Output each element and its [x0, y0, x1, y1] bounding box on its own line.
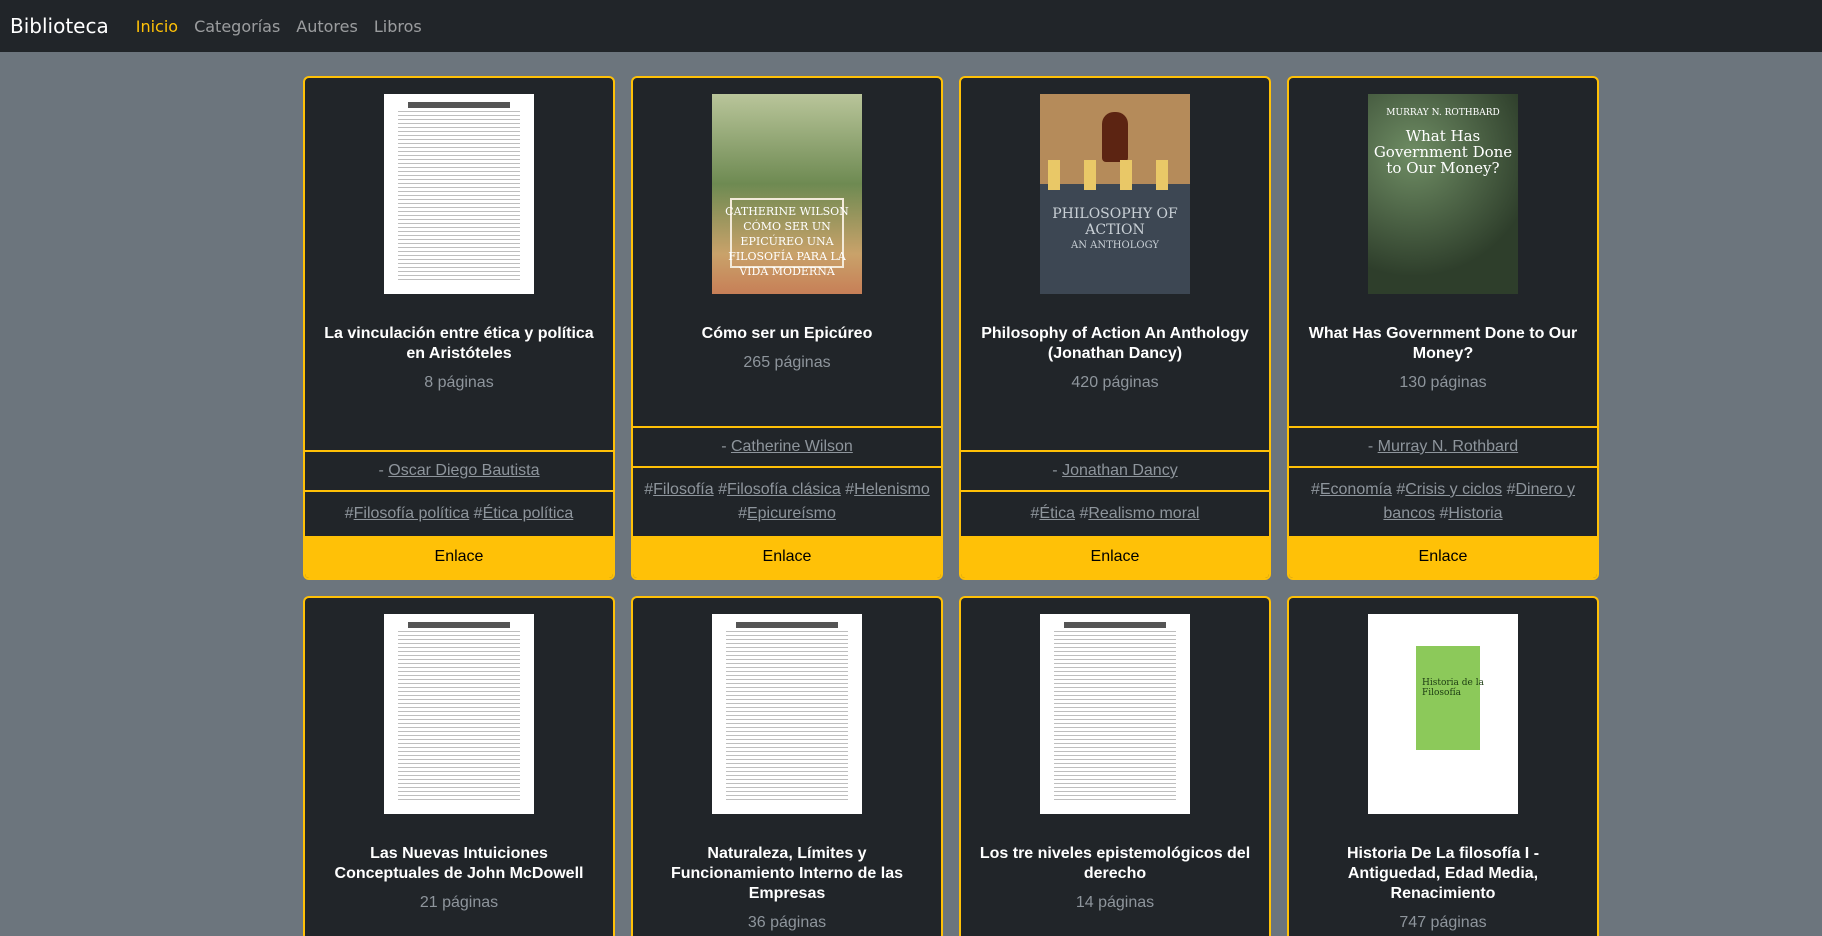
book-pages: 420 páginas	[1071, 374, 1159, 391]
book-pages: 8 páginas	[424, 374, 494, 391]
tag-link[interactable]: Filosofía clásica	[727, 481, 841, 498]
book-title: Philosophy of Action An Anthology (Jonat…	[981, 325, 1249, 362]
book-cover-image[interactable]	[384, 94, 534, 294]
cover-subtitle: AN ANTHOLOGY	[1071, 240, 1159, 251]
enlace-button[interactable]: Enlace	[1289, 536, 1597, 578]
tag-link[interactable]: Crisis y ciclos	[1405, 481, 1502, 498]
author-row: - Jonathan Dancy	[961, 450, 1269, 490]
book-cover-image[interactable]	[1040, 614, 1190, 814]
book-pages: 21 páginas	[419, 894, 499, 911]
author-prefix: -	[721, 438, 731, 455]
book-grid: La vinculación entre ética y política en…	[303, 76, 1599, 936]
tags-row: #Ética #Realismo moral	[961, 490, 1269, 536]
book-pages: 265 páginas	[743, 354, 831, 371]
book-cover-image[interactable]: CATHERINE WILSON CÓMO SER UN EPICÚREO UN…	[712, 94, 862, 294]
author-link[interactable]: Jonathan Dancy	[1062, 462, 1178, 479]
tag-link[interactable]: Filosofía política	[354, 505, 470, 522]
book-pages: 14 páginas	[1075, 894, 1155, 911]
author-prefix: -	[378, 462, 389, 479]
author-prefix: -	[1052, 462, 1063, 479]
book-card: PHILOSOPHY OF ACTION AN ANTHOLOGY Philoso…	[959, 76, 1271, 580]
tags-row: #Filosofía política #Ética política	[305, 490, 613, 536]
enlace-button[interactable]: Enlace	[961, 536, 1269, 578]
book-title: Historia De La filosofía I - Antiguedad,…	[1346, 845, 1540, 902]
book-title: Las Nuevas Intuiciones Conceptuales de J…	[334, 845, 584, 882]
tag-link[interactable]: Economía	[1320, 481, 1392, 498]
top-navbar: Biblioteca Inicio Categorías Autores Lib…	[0, 0, 1822, 52]
book-card: CATHERINE WILSON CÓMO SER UN EPICÚREO UN…	[631, 76, 943, 580]
nav-libros[interactable]: Libros	[371, 17, 425, 36]
book-card: Naturaleza, Límites y Funcionamiento Int…	[631, 596, 943, 936]
book-title: Naturaleza, Límites y Funcionamiento Int…	[670, 845, 904, 902]
book-title: La vinculación entre ética y política en…	[324, 325, 594, 362]
enlace-button[interactable]: Enlace	[633, 536, 941, 578]
nav-inicio[interactable]: Inicio	[133, 17, 181, 36]
cover-text: PHILOSOPHY OF ACTION	[1052, 206, 1178, 238]
tag-link[interactable]: Ética política	[483, 505, 574, 522]
cover-text: Historia de la Filosofía	[1422, 678, 1484, 698]
author-row: - Oscar Diego Bautista	[305, 450, 613, 490]
book-title: What Has Government Done to Our Money?	[1308, 325, 1578, 362]
author-link[interactable]: Murray N. Rothbard	[1378, 438, 1519, 455]
tag-link[interactable]: Filosofía	[653, 481, 713, 498]
author-link[interactable]: Oscar Diego Bautista	[388, 462, 539, 479]
book-pages: 747 páginas	[1399, 914, 1487, 931]
book-cover-image[interactable]: PHILOSOPHY OF ACTION AN ANTHOLOGY	[1040, 94, 1190, 294]
tag-link[interactable]: Helenismo	[854, 481, 930, 498]
nav-autores[interactable]: Autores	[293, 17, 361, 36]
book-card: La vinculación entre ética y política en…	[303, 76, 615, 580]
book-card: Las Nuevas Intuiciones Conceptuales de J…	[303, 596, 615, 936]
tags-row: #Filosofía #Filosofía clásica #Helenismo…	[633, 466, 941, 536]
book-cover-image[interactable]: MURRAY N. ROTHBARD What Has Government Do…	[1368, 94, 1518, 294]
brand-link[interactable]: Biblioteca	[10, 14, 109, 38]
book-card: Los tre niveles epistemológicos del dere…	[959, 596, 1271, 936]
book-cover-image[interactable]	[712, 614, 862, 814]
tag-link[interactable]: Realismo moral	[1088, 505, 1199, 522]
tag-link[interactable]: Epicureísmo	[747, 505, 836, 522]
tags-row: #Economía #Crisis y ciclos #Dinero y ban…	[1289, 466, 1597, 536]
nav-categorias[interactable]: Categorías	[191, 17, 283, 36]
tag-link[interactable]: Ética	[1039, 505, 1075, 522]
cover-author: MURRAY N. ROTHBARD	[1386, 108, 1500, 118]
book-card: Historia de la Filosofía Historia De La …	[1287, 596, 1599, 936]
book-title: Cómo ser un Epicúreo	[701, 325, 873, 342]
book-title: Los tre niveles epistemológicos del dere…	[979, 845, 1251, 882]
author-prefix: -	[1367, 438, 1378, 455]
book-cover-image[interactable]: Historia de la Filosofía	[1368, 614, 1518, 814]
enlace-button[interactable]: Enlace	[305, 536, 613, 578]
tag-link[interactable]: Historia	[1448, 505, 1502, 522]
book-pages: 130 páginas	[1399, 374, 1487, 391]
book-cover-image[interactable]	[384, 614, 534, 814]
book-card: MURRAY N. ROTHBARD What Has Government Do…	[1287, 76, 1599, 580]
cover-text: CATHERINE WILSON CÓMO SER UN EPICÚREO UN…	[725, 205, 849, 278]
cover-text: What Has Government Done to Our Money?	[1373, 127, 1513, 177]
book-pages: 36 páginas	[747, 914, 827, 931]
author-row: - Catherine Wilson	[633, 426, 941, 466]
author-row: - Murray N. Rothbard	[1289, 426, 1597, 466]
author-link[interactable]: Catherine Wilson	[731, 438, 853, 455]
